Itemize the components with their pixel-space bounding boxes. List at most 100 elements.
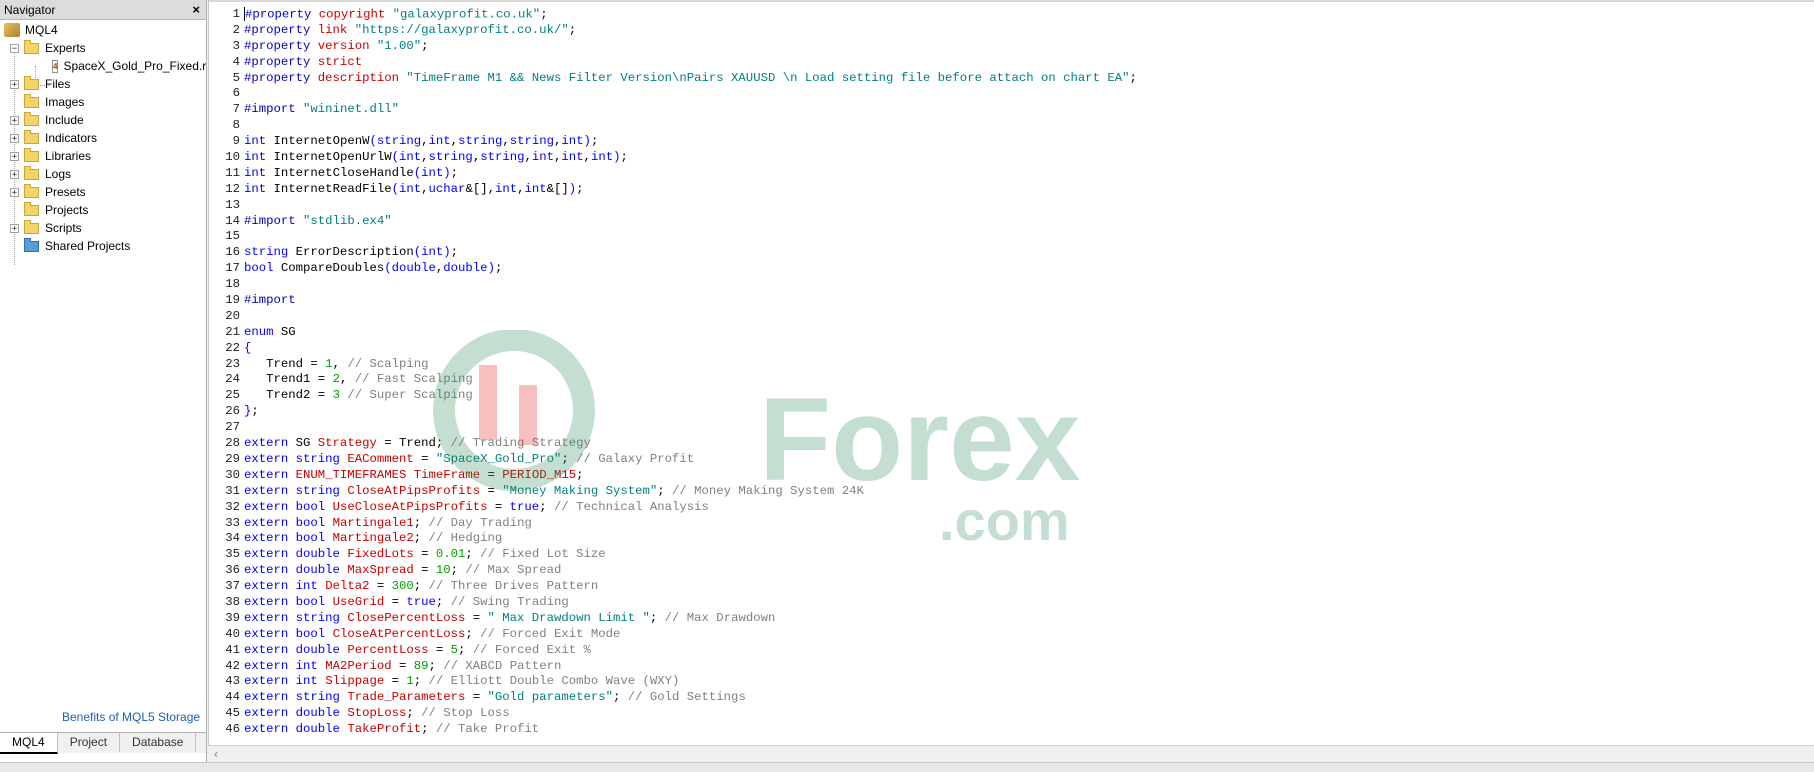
tab-project[interactable]: Project — [58, 733, 121, 752]
code-token: // Galaxy Profit — [576, 451, 695, 466]
code-line[interactable]: 19 #import — [209, 293, 1137, 309]
code-token: extern — [244, 610, 296, 625]
code-token: // Forced Exit Mode — [480, 626, 621, 641]
code-line[interactable]: 11 int InternetCloseHandle(int); — [209, 166, 1137, 182]
line-number: 34 — [225, 531, 240, 546]
code-line[interactable]: 22 { — [209, 341, 1137, 357]
tree-item-projects[interactable]: Projects — [0, 201, 206, 219]
code-token: 1 — [406, 674, 414, 689]
code-token: ; — [450, 245, 459, 260]
code-line[interactable]: 36 extern double MaxSpread = 10; // Max S… — [209, 563, 1137, 579]
expand-icon[interactable]: + — [10, 115, 19, 125]
scroll-left-icon[interactable]: ‹ — [214, 747, 218, 761]
code-line[interactable]: 34 extern bool Martingale2; // Hedging — [209, 531, 1137, 547]
tree-item-presets[interactable]: + Presets — [0, 183, 206, 201]
code-line[interactable]: 46 extern double TakeProfit; // Take Prof… — [209, 722, 1137, 738]
code-line[interactable]: 31 extern string CloseAtPipsProfits = "Mo… — [209, 484, 1137, 500]
expand-icon[interactable]: + — [10, 169, 19, 179]
expand-icon[interactable]: + — [10, 223, 19, 233]
line-number: 39 — [225, 610, 240, 625]
code-line[interactable]: 25 Trend2 = 3 // Super Scalping — [209, 388, 1137, 404]
code-line[interactable]: 13 — [209, 198, 1137, 214]
expand-icon[interactable]: + — [10, 187, 19, 197]
expand-icon[interactable]: + — [10, 151, 19, 161]
tab-mql4[interactable]: MQL4 — [0, 733, 58, 754]
code-token: ( — [369, 134, 377, 149]
tree-item-libraries[interactable]: + Libraries — [0, 147, 206, 165]
code-line[interactable]: 6 — [209, 86, 1137, 102]
code-line[interactable]: 24 Trend1 = 2, // Fast Scalping — [209, 372, 1137, 388]
code-line[interactable]: 4 #property strict — [209, 55, 1137, 71]
expand-icon[interactable]: + — [10, 133, 19, 143]
code-token: ; — [406, 706, 422, 721]
close-icon[interactable]: × — [192, 3, 200, 16]
code-line[interactable]: 41 extern double PercentLoss = 5; // Forc… — [209, 643, 1137, 659]
code-editor[interactable]: 1 #property copyright "galaxyprofit.co.uk… — [208, 0, 1814, 745]
code-token: // Max Drawdown — [664, 610, 776, 625]
code-line[interactable]: 35 extern double FixedLots = 0.01; // Fix… — [209, 547, 1137, 563]
code-token: , — [421, 134, 429, 149]
code-line[interactable]: 26}; — [209, 404, 1137, 420]
tree-item-logs[interactable]: + Logs — [0, 165, 206, 183]
code-line[interactable]: 23 Trend = 1, // Scalping — [209, 357, 1137, 373]
code-line[interactable]: 45 extern double StopLoss; // Stop Loss — [209, 706, 1137, 722]
code-line[interactable]: 29 extern string EAComment = "SpaceX_Gold… — [209, 452, 1137, 468]
tree-item-indicators[interactable]: + Indicators — [0, 129, 206, 147]
tree-item-scripts[interactable]: + Scripts — [0, 219, 206, 237]
expand-icon[interactable]: + — [10, 79, 19, 89]
collapse-icon[interactable]: − — [10, 43, 19, 53]
code-area[interactable]: 1 #property copyright "galaxyprofit.co.uk… — [209, 7, 1137, 738]
code-line[interactable]: 9 int InternetOpenW(string,int,string,str… — [209, 134, 1137, 150]
code-line[interactable]: 33 extern bool Martingale1; // Day Tradin… — [209, 516, 1137, 532]
tree-item-files[interactable]: + Files — [0, 75, 206, 93]
tree-item-mql4[interactable]: MQL4 — [0, 21, 206, 39]
code-line[interactable]: 1 #property copyright "galaxyprofit.co.uk… — [209, 7, 1137, 23]
tab-database[interactable]: Database — [120, 733, 197, 752]
horizontal-scrollbar[interactable]: ‹ — [208, 745, 1814, 763]
code-line[interactable]: 3 #property version "1.00"; — [209, 39, 1137, 55]
code-line[interactable]: 44 extern string Trade_Parameters = "Gold… — [209, 690, 1137, 706]
code-token: PERIOD_M15 — [502, 467, 577, 482]
code-line[interactable]: 39 extern string ClosePercentLoss = " Max… — [209, 611, 1137, 627]
code-token: string — [376, 134, 422, 149]
code-line[interactable]: 21 enum SG — [209, 325, 1137, 341]
code-line[interactable]: 5 #property description "TimeFrame M1 && … — [209, 71, 1137, 87]
code-token: extern — [244, 674, 296, 689]
code-line[interactable]: 42 extern int MA2Period = 89; // XABCD Pa… — [209, 659, 1137, 675]
code-token: // Money Making System 24K — [672, 483, 864, 498]
code-line[interactable]: 10 int InternetOpenUrlW(int,string,string… — [209, 150, 1137, 166]
code-line[interactable]: 27 — [209, 420, 1137, 436]
code-line[interactable]: 38 extern bool UseGrid = true; // Swing T… — [209, 595, 1137, 611]
code-line[interactable]: 37 extern int Delta2 = 300; // Three Driv… — [209, 579, 1137, 595]
code-line[interactable]: 28 extern SG Strategy = Trend; // Trading… — [209, 436, 1137, 452]
code-line[interactable]: 40 extern bool CloseAtPercentLoss; // For… — [209, 627, 1137, 643]
code-token: extern — [244, 436, 296, 451]
code-token: extern — [244, 451, 296, 466]
code-line[interactable]: 18 — [209, 277, 1137, 293]
code-line[interactable]: 43 extern int Slippage = 1; // Elliott Do… — [209, 674, 1137, 690]
code-line[interactable]: 15 — [209, 229, 1137, 245]
code-line[interactable]: 8 — [209, 118, 1137, 134]
code-line[interactable]: 2 #property link "https://galaxyprofit.co… — [209, 23, 1137, 39]
code-line[interactable]: 16 string ErrorDescription(int); — [209, 245, 1137, 261]
code-line[interactable]: 17 bool CompareDoubles(double,double); — [209, 261, 1137, 277]
tree-item-experts[interactable]: − Experts — [0, 39, 206, 57]
code-line[interactable]: 30 extern ENUM_TIMEFRAMES TimeFrame = PER… — [209, 468, 1137, 484]
code-line[interactable]: 14 #import "stdlib.ex4" — [209, 214, 1137, 230]
code-token: , — [421, 181, 429, 196]
code-line[interactable]: 32 extern bool UseCloseAtPipsProfits = tr… — [209, 500, 1137, 516]
tree-item-shared-projects[interactable]: Shared Projects — [0, 237, 206, 255]
mql5-storage-link[interactable]: Benefits of MQL5 Storage — [62, 710, 200, 724]
code-line[interactable]: 20 — [209, 309, 1137, 325]
code-line[interactable]: 12 int InternetReadFile(int,uchar&[],int,… — [209, 182, 1137, 198]
line-number: 17 — [225, 261, 240, 276]
tree-item-expert-file[interactable]: 4 SpaceX_Gold_Pro_Fixed.r — [0, 57, 206, 75]
tree-item-images[interactable]: Images — [0, 93, 206, 111]
tree-item-include[interactable]: + Include — [0, 111, 206, 129]
code-token: Martingale1 — [332, 515, 414, 530]
code-line[interactable]: 7 #import "wininet.dll" — [209, 102, 1137, 118]
code-token: = — [465, 610, 488, 625]
code-token: ; — [435, 594, 451, 609]
